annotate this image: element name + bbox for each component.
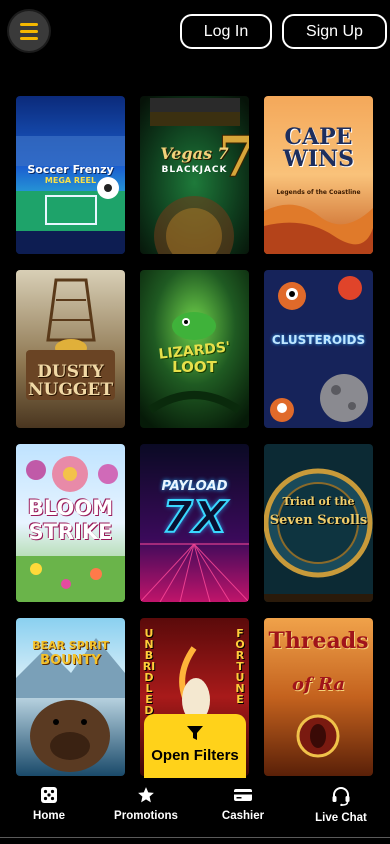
game-tile-bloom-strike[interactable]: BLOOM STRIKE [16,444,125,602]
funnel-icon [187,726,203,740]
game-title: Threads [268,628,369,654]
game-subtitle: BLACKJACK [161,165,228,175]
game-tile-lizards-loot[interactable]: LIZARDS' LOOT [140,270,249,428]
clusteroids-art [264,270,373,428]
game-title: Vegas 7 [160,144,229,163]
game-subtitle: STRIKE [28,520,113,544]
nav-home[interactable]: Home [4,786,94,822]
signup-button[interactable]: Sign Up [282,14,387,49]
open-filters-label: Open Filters [151,747,239,764]
nav-home-label: Home [33,810,65,822]
login-button[interactable]: Log In [180,14,272,49]
nav-live-chat-label: Live Chat [315,812,367,824]
dice-icon [41,787,57,803]
nav-promotions[interactable]: Promotions [101,786,191,822]
game-tile-cape-wins[interactable]: CAPE WINS Legends of the Coastline [264,96,373,254]
game-subtitle: 7X [161,492,228,543]
game-title: CLUSTEROIDS [271,333,366,347]
vegas-blackjack-art: 7 [140,96,249,254]
game-subtitle: LOOT [172,358,217,376]
game-title: BEAR SPIRIT [32,639,109,652]
game-tile-vegas-7-blackjack[interactable]: 7 Vegas 7 BLACKJACK [140,96,249,254]
game-subtitle: Seven Scrolls [269,513,368,528]
game-tile-clusteroids[interactable]: CLUSTEROIDS [264,270,373,428]
headset-icon [332,787,350,806]
game-tile-dusty-nugget[interactable]: DUSTY NUGGET [16,270,125,428]
game-tile-triad-seven-scrolls[interactable]: Triad of the Seven Scrolls [264,444,373,602]
nav-cashier-label: Cashier [221,810,265,822]
game-subtitle: of Ra [291,674,346,695]
open-filters-button[interactable]: Open Filters [144,714,246,782]
menu-bar [20,36,38,40]
game-title: Soccer Frenzy [27,163,114,176]
game-subtitle: BOUNTY [40,653,101,668]
nav-promotions-label: Promotions [114,810,178,822]
game-subtitle: MEGA REEL [44,176,97,185]
star-icon [138,787,154,803]
nav-cashier[interactable]: Cashier [198,786,288,822]
credit-card-icon [234,789,252,801]
game-subtitle: NUGGET [27,380,113,400]
game-tile-soccer-frenzy[interactable]: Soccer Frenzy MEGA REEL [16,96,125,254]
game-tile-bear-spirit-bounty[interactable]: BEAR SPIRIT BOUNTY [16,618,125,776]
game-tile-threads-of-ra[interactable]: Threads of Ra [264,618,373,776]
nav-live-chat[interactable]: Live Chat [296,786,386,824]
top-header: Log In Sign Up [0,0,390,68]
hamburger-menu-icon[interactable] [9,11,49,51]
game-title: UNBRIDLED [142,627,156,717]
menu-bar [20,22,38,26]
game-subtitle: Legends of the Coastline [276,189,361,196]
cape-wins-art [264,96,373,254]
menu-bar [20,29,38,33]
dusty-nugget-art [16,270,125,428]
game-title: Triad of the [282,495,355,508]
game-title: BLOOM [27,496,114,520]
game-title: CAPE WINS [283,124,354,172]
game-title: DUSTY [37,362,104,382]
bottom-nav: Home Promotions Cashier Live Chat [0,778,390,844]
bottom-divider [0,837,390,838]
game-subtitle: FORTUNE [235,627,245,706]
game-tile-payload-7x[interactable]: PAYLOAD 7X [140,444,249,602]
